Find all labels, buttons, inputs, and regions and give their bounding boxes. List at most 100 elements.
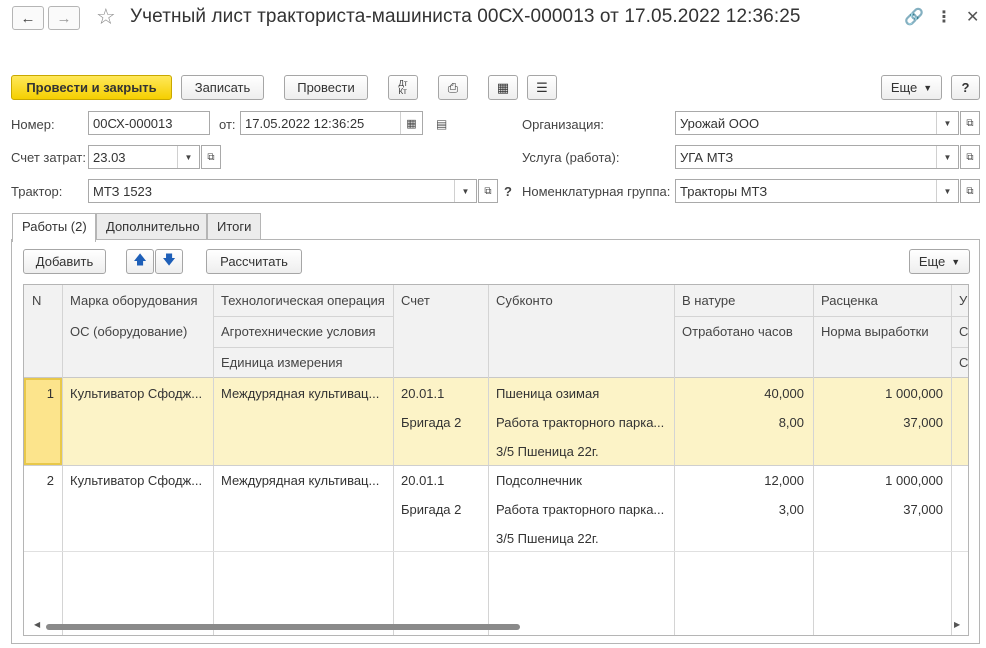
organization-field[interactable]: Урожай ООО ▼ <box>675 111 959 135</box>
open-cost-account-button[interactable]: ⧉ <box>201 145 221 169</box>
arrow-up-icon: 🡅 <box>133 251 147 267</box>
forward-button[interactable]: → <box>48 6 80 30</box>
col-hours[interactable]: Отработано часов <box>682 324 793 339</box>
row1-rate[interactable]: 1 000,000 <box>813 386 943 401</box>
report-button[interactable]: ☰ <box>527 75 557 100</box>
dt-kt-button[interactable]: Дт Кт <box>388 75 418 100</box>
more-button[interactable]: Еще ▼ <box>881 75 942 100</box>
row1-sub2[interactable]: Работа тракторного парка... <box>496 415 664 430</box>
cost-account-field[interactable]: 23.03 ▼ <box>88 145 200 169</box>
row1-account[interactable]: 20.01.1 <box>401 386 444 401</box>
tab-additional[interactable]: Дополнительно <box>96 213 207 240</box>
save-button[interactable]: Записать <box>181 75 264 100</box>
print-button[interactable]: ⎙ <box>438 75 468 100</box>
post-button[interactable]: Провести <box>284 75 368 100</box>
col-agro[interactable]: Агротехнические условия <box>221 324 376 339</box>
col-norm[interactable]: Норма выработки <box>821 324 929 339</box>
close-icon[interactable]: ✕ <box>966 7 979 27</box>
row2-n[interactable]: 2 <box>24 473 54 488</box>
cost-account-label: Счет затрат: <box>11 150 86 165</box>
open-organization-button[interactable]: ⧉ <box>960 111 980 135</box>
tractor-value: МТЗ 1523 <box>93 184 153 199</box>
open-nomenclature-group-button[interactable]: ⧉ <box>960 179 980 203</box>
row1-hours[interactable]: 8,00 <box>674 415 804 430</box>
service-field[interactable]: УГА МТЗ ▼ <box>675 145 959 169</box>
row2-account2[interactable]: Бригада 2 <box>401 502 461 517</box>
date-field[interactable]: 17.05.2022 12:36:25 ▦ <box>240 111 423 135</box>
row1-sub3[interactable]: 3/5 Пшеница 22г. <box>496 444 599 459</box>
open-tractor-button[interactable]: ⧉ <box>478 179 498 203</box>
help-button[interactable]: ? <box>951 75 980 100</box>
add-button[interactable]: Добавить <box>23 249 106 274</box>
row1-n[interactable]: 1 <box>24 386 54 401</box>
works-more-button[interactable]: Еще ▼ <box>909 249 970 274</box>
row1-in-kind[interactable]: 40,000 <box>674 386 804 401</box>
col-unit[interactable]: Единица измерения <box>221 355 343 370</box>
row2-sub2[interactable]: Работа тракторного парка... <box>496 502 664 517</box>
scroll-left-icon[interactable]: ◀ <box>34 620 40 629</box>
dt-kt-icon: Дт Кт <box>398 78 408 96</box>
scrollbar-thumb[interactable] <box>46 624 520 630</box>
post-and-close-button[interactable]: Провести и закрыть <box>11 75 172 100</box>
open-service-button[interactable]: ⧉ <box>960 145 980 169</box>
row1-account2[interactable]: Бригада 2 <box>401 415 461 430</box>
chevron-down-icon[interactable]: ▼ <box>177 146 199 168</box>
number-field[interactable]: 00СХ-000013 <box>88 111 210 135</box>
col-next3[interactable]: С <box>959 355 968 370</box>
move-down-button[interactable]: 🡇 <box>155 249 183 274</box>
col-rate[interactable]: Расценка <box>821 293 878 308</box>
row2-equipment[interactable]: Культиватор Сфодж... <box>70 473 202 488</box>
nomenclature-group-field[interactable]: Тракторы МТЗ ▼ <box>675 179 959 203</box>
row2-sub3[interactable]: 3/5 Пшеница 22г. <box>496 531 599 546</box>
back-button[interactable]: ← <box>12 6 44 30</box>
col-next1[interactable]: У <box>959 293 967 308</box>
row2-hours[interactable]: 3,00 <box>674 502 804 517</box>
col-in-kind[interactable]: В натуре <box>682 293 735 308</box>
chevron-down-icon[interactable]: ▼ <box>936 146 958 168</box>
col-next2[interactable]: С <box>959 324 968 339</box>
service-label: Услуга (работа): <box>522 150 620 165</box>
nomenclature-group-value: Тракторы МТЗ <box>680 184 768 199</box>
chevron-down-icon[interactable]: ▼ <box>936 180 958 202</box>
open-icon: ⧉ <box>484 185 492 197</box>
open-icon: ⧉ <box>966 117 974 129</box>
row2-rate[interactable]: 1 000,000 <box>813 473 943 488</box>
col-n[interactable]: N <box>32 293 41 308</box>
arrow-right-icon: → <box>56 9 72 27</box>
row1-equipment[interactable]: Культиватор Сфодж... <box>70 386 202 401</box>
col-subconto[interactable]: Субконто <box>496 293 553 308</box>
calendar-icon[interactable]: ▦ <box>400 112 422 134</box>
open-icon: ⧉ <box>207 151 215 163</box>
calculate-button[interactable]: Рассчитать <box>206 249 302 274</box>
scroll-right-icon[interactable]: ▶ <box>954 620 960 629</box>
printer-icon: ⎙ <box>447 79 459 95</box>
tab-totals[interactable]: Итоги <box>207 213 261 240</box>
col-account[interactable]: Счет <box>401 293 430 308</box>
col-os[interactable]: ОС (оборудование) <box>70 324 187 339</box>
comment-icon[interactable]: ▤ <box>436 117 447 131</box>
horizontal-scrollbar[interactable]: ◀ ▶ <box>34 620 964 632</box>
more-menu-icon[interactable]: ⋮ <box>936 7 952 27</box>
col-operation[interactable]: Технологическая операция <box>221 293 385 308</box>
chevron-down-icon[interactable]: ▼ <box>454 180 476 202</box>
chevron-down-icon[interactable]: ▼ <box>936 112 958 134</box>
works-table[interactable]: N Марка оборудования ОС (оборудование) Т… <box>23 284 969 636</box>
row2-norm[interactable]: 37,000 <box>813 502 943 517</box>
row2-operation[interactable]: Междурядная культивац... <box>221 473 379 488</box>
row1-operation[interactable]: Междурядная культивац... <box>221 386 379 401</box>
tractor-help-icon[interactable]: ? <box>504 184 512 199</box>
caret-down-icon: ▼ <box>923 82 933 93</box>
tractor-field[interactable]: МТЗ 1523 ▼ <box>88 179 477 203</box>
date-label: от: <box>219 117 236 132</box>
row2-account[interactable]: 20.01.1 <box>401 473 444 488</box>
row2-sub1[interactable]: Подсолнечник <box>496 473 582 488</box>
row1-sub1[interactable]: Пшеница озимая <box>496 386 599 401</box>
move-up-button[interactable]: 🡅 <box>126 249 154 274</box>
structure-button[interactable]: ▦ <box>488 75 518 100</box>
favorite-star-icon[interactable]: ☆ <box>96 4 116 30</box>
row2-in-kind[interactable]: 12,000 <box>674 473 804 488</box>
row1-norm[interactable]: 37,000 <box>813 415 943 430</box>
link-icon[interactable]: 🔗 <box>904 7 924 27</box>
tab-works[interactable]: Работы (2) <box>12 213 96 242</box>
col-equipment[interactable]: Марка оборудования <box>70 293 198 308</box>
